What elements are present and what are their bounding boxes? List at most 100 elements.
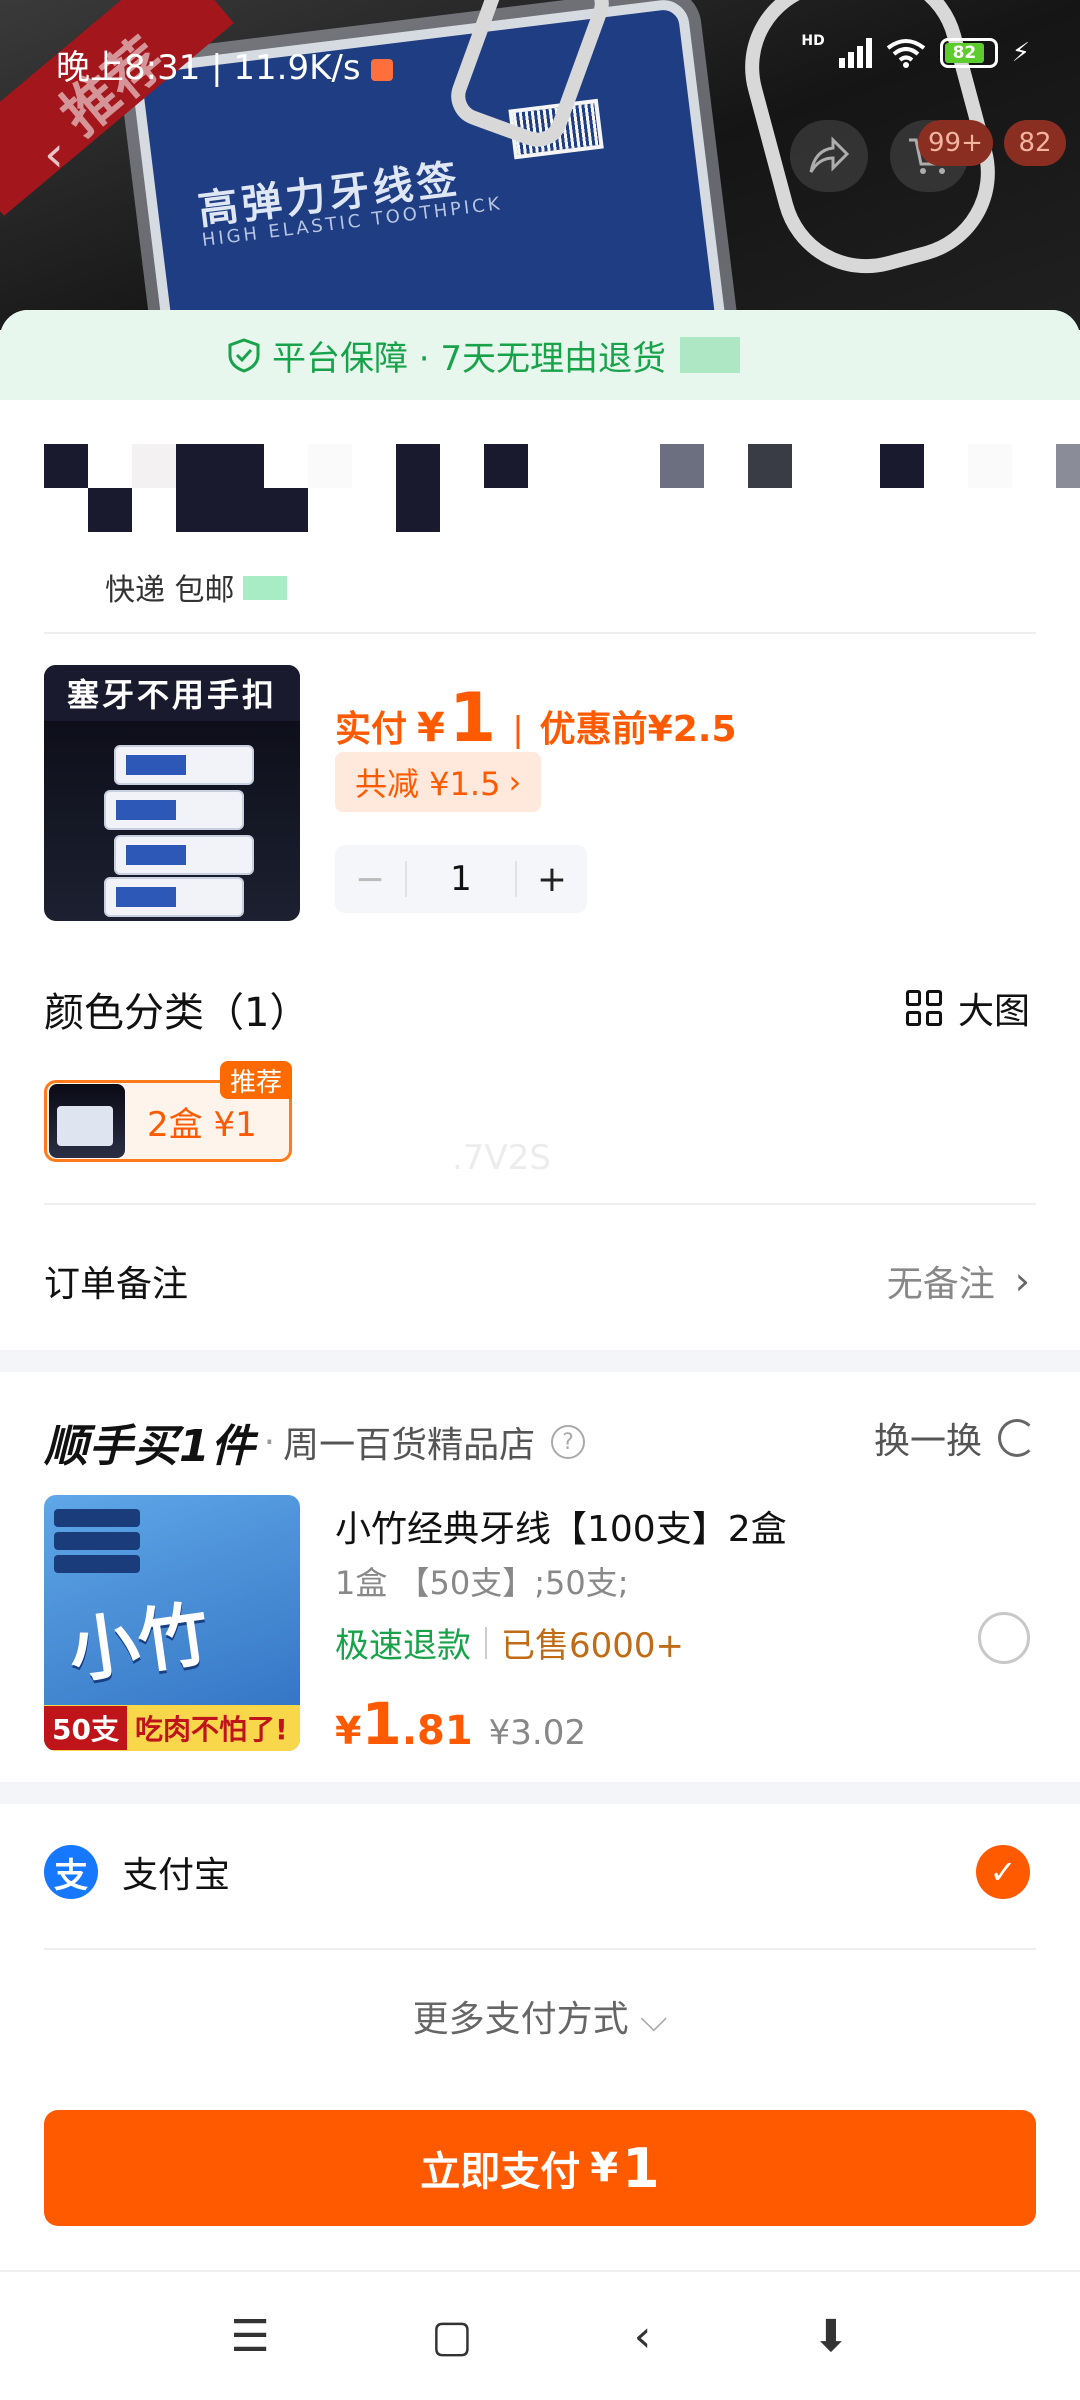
section-gap <box>0 1350 1080 1372</box>
message-badge[interactable]: 82 <box>1004 120 1066 166</box>
signal-icon <box>838 38 872 68</box>
redacted-block <box>242 576 287 600</box>
checkout-page: 高弹力牙线签 HIGH ELASTIC TOOTHPICK 推荐 晚上8:31 … <box>0 0 1080 2400</box>
payment-method-label: 支付宝 <box>122 1855 231 1896</box>
help-icon[interactable]: ? <box>551 1425 586 1459</box>
strip-text: 吃肉不怕了! <box>134 1713 288 1746</box>
tag-separator <box>485 1626 487 1659</box>
redacted-address <box>44 444 1080 488</box>
currency-symbol: ¥ <box>335 1709 362 1753</box>
grid-icon <box>905 990 942 1026</box>
status-time: 晚上8:31 | 11.9K/s <box>56 40 393 89</box>
charging-icon: ⚡ <box>1011 38 1030 68</box>
currency-symbol: ¥ <box>417 705 445 751</box>
order-note-row[interactable]: 订单备注 无备注 › <box>44 1255 1030 1307</box>
upsell-price: ¥ 1 .81 ¥3.02 <box>335 1690 586 1758</box>
platform-guarantee-bar[interactable]: 平台保障 · 7天无理由退货 <box>0 310 1080 400</box>
dot-separator: · <box>263 1421 276 1463</box>
product-image-tag: 塞牙不用手扣 <box>44 665 300 721</box>
more-payment-methods[interactable]: 更多支付方式 ⌵ <box>0 1990 1080 2042</box>
shield-icon <box>228 338 260 373</box>
shipping-info: 快递 包邮 <box>105 565 287 609</box>
upsell-spec: 1盒 【50支】;50支; <box>335 1564 629 1602</box>
variant-label: 2盒 ¥1 <box>147 1104 257 1145</box>
redacted-block <box>680 337 741 373</box>
image-feature-pills <box>54 1509 140 1573</box>
checkmark-icon: ✓ <box>976 1845 1030 1899</box>
shipping-text: 快递 包邮 <box>105 573 235 608</box>
divider <box>44 1948 1036 1950</box>
order-note-value: 无备注 <box>886 1264 995 1305</box>
upsell-thumbnail[interactable]: 小竹 50支 吃肉不怕了! <box>44 1495 300 1751</box>
image-box-shape <box>104 877 244 917</box>
wifi-icon <box>886 39 925 68</box>
price-separator: | <box>512 710 524 750</box>
pay-button-currency: ¥ <box>590 2145 619 2191</box>
pay-button-amount: 1 <box>622 2136 660 2200</box>
menu-icon[interactable]: ☰ <box>231 2311 270 2362</box>
back-button[interactable]: ‹ <box>44 125 64 183</box>
share-icon <box>809 136 850 173</box>
guarantee-text: 平台保障 · 7天无理由退货 <box>272 338 667 379</box>
large-image-toggle[interactable]: 大图 <box>905 982 1030 1034</box>
upsell-tags: 极速退款 已售6000+ <box>335 1618 684 1667</box>
increase-button[interactable]: + <box>517 859 587 900</box>
status-indicators: HD 82 ⚡ <box>801 33 1030 68</box>
quantity-stepper: − 1 + <box>335 845 587 913</box>
upsell-select-radio[interactable] <box>978 1612 1030 1664</box>
image-box-shape <box>114 745 254 785</box>
assistant-icon[interactable]: ⬇ <box>813 2311 850 2362</box>
fast-refund-tag: 极速退款 <box>335 1626 471 1666</box>
paid-price: 实付 ¥ 1 | 优惠前 ¥2.5 <box>335 685 737 753</box>
upsell-image-strip: 50支 吃肉不怕了! <box>44 1705 300 1751</box>
recommend-badge: 推荐 <box>219 1061 292 1099</box>
large-image-label: 大图 <box>957 991 1030 1032</box>
refresh-icon <box>998 1419 1036 1457</box>
color-section-title: 颜色分类（1） <box>44 990 310 1036</box>
share-button[interactable] <box>790 120 868 192</box>
paid-amount: 1 <box>448 679 497 758</box>
variant-option[interactable]: 2盒 ¥1 推荐 <box>44 1061 292 1162</box>
cart-badge: 99+ <box>918 120 993 166</box>
battery-icon: 82 <box>939 38 998 68</box>
quantity-value[interactable]: 1 <box>405 861 517 897</box>
watermark: .7V2S <box>452 1138 551 1178</box>
section-gap <box>0 1782 1080 1804</box>
alipay-option[interactable]: 支 支付宝 ✓ <box>44 1845 1030 1899</box>
redacted-address-line2 <box>44 488 484 532</box>
upsell-brand: 顺手买1件 <box>44 1421 256 1472</box>
sold-count: 已售6000+ <box>501 1626 685 1666</box>
system-navigation-bar: ☰ ▢ ‹ ⬇ <box>0 2270 1080 2400</box>
price-decimal: .81 <box>401 1708 473 1754</box>
upsell-shop-name: 周一百货精品店 <box>283 1425 536 1466</box>
upsell-title[interactable]: 小竹经典牙线【100支】2盒 <box>335 1500 787 1552</box>
back-icon[interactable]: ‹ <box>634 2311 652 2362</box>
alipay-icon: 支 <box>44 1845 98 1899</box>
recording-icon <box>370 58 393 81</box>
pay-button-label: 立即支付 <box>420 2149 581 2195</box>
more-payment-label: 更多支付方式 <box>412 1999 629 2040</box>
order-note-label: 订单备注 <box>44 1264 189 1305</box>
swap-label: 换一换 <box>873 1421 982 1462</box>
chevron-right-icon: › <box>508 763 522 801</box>
battery-level: 82 <box>944 43 985 63</box>
pay-now-button[interactable]: 立即支付 ¥ 1 <box>44 2110 1036 2226</box>
upsell-image-brand: 小竹 <box>63 1592 214 1694</box>
hd-label: HD <box>801 33 825 49</box>
divider <box>44 1203 1036 1205</box>
original-price: ¥3.02 <box>488 1713 587 1753</box>
discount-chip[interactable]: 共减 ¥1.5 › <box>335 752 542 812</box>
product-thumbnail[interactable]: 塞牙不用手扣 <box>44 665 300 921</box>
decrease-button[interactable]: − <box>335 859 405 900</box>
strip-count: 50支 <box>44 1706 127 1750</box>
home-icon[interactable]: ▢ <box>431 2311 473 2362</box>
chevron-down-icon: ⌵ <box>640 1999 668 2040</box>
chevron-right-icon: › <box>1014 1259 1030 1303</box>
paid-label: 实付 <box>335 709 408 750</box>
image-box-shape <box>104 790 244 830</box>
image-box-shape <box>114 835 254 875</box>
status-time-text: 晚上8:31 | 11.9K/s <box>56 48 361 88</box>
swap-button[interactable]: 换一换 <box>874 1412 1036 1464</box>
variant-thumbnail <box>49 1084 125 1158</box>
divider <box>44 632 1036 634</box>
